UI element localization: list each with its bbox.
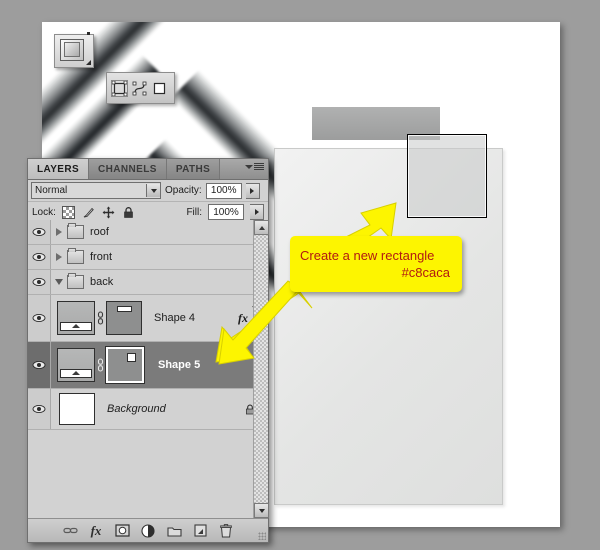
layer-name-front: front bbox=[90, 251, 113, 263]
opacity-input[interactable]: 100% bbox=[205, 182, 242, 199]
lock-image-icon[interactable] bbox=[82, 206, 95, 219]
layer-thumbnail-shape-5[interactable] bbox=[57, 348, 95, 382]
opacity-stepper[interactable] bbox=[245, 182, 260, 199]
fill-pixels-icon[interactable] bbox=[151, 80, 168, 97]
link-icon[interactable] bbox=[95, 311, 106, 325]
blend-mode-select[interactable]: Normal bbox=[31, 182, 161, 199]
layer-name-roof: roof bbox=[90, 226, 109, 238]
visibility-toggle-roof[interactable] bbox=[28, 220, 51, 244]
panel-tab-bar[interactable]: LAYERS CHANNELS PATHS bbox=[28, 159, 268, 180]
callout-line-2: #c8caca bbox=[401, 265, 450, 280]
layer-name-back: back bbox=[90, 276, 114, 288]
folder-icon bbox=[67, 273, 84, 289]
tab-layers[interactable]: LAYERS bbox=[28, 159, 90, 179]
layer-row-front[interactable]: front bbox=[28, 245, 268, 270]
visibility-toggle-background[interactable] bbox=[28, 389, 51, 429]
eye-icon bbox=[32, 277, 46, 287]
layer-thumbnail-background[interactable] bbox=[59, 393, 95, 425]
layers-panel[interactable]: LAYERS CHANNELS PATHS Normal Opacity: 10… bbox=[27, 158, 269, 543]
layer-name-shape-4: Shape 4 bbox=[154, 312, 195, 324]
delete-layer-icon[interactable] bbox=[219, 523, 234, 538]
lock-icon-group[interactable] bbox=[61, 205, 135, 219]
lock-transparency-icon[interactable] bbox=[61, 205, 75, 219]
vector-mask-thumbnail-shape-5[interactable] bbox=[105, 346, 145, 384]
layer-thumbnail-shape-4[interactable] bbox=[57, 301, 95, 335]
callout-line-1: Create a new rectangle bbox=[300, 248, 435, 263]
disclosure-triangle-front[interactable] bbox=[51, 253, 67, 261]
new-adjustment-layer-icon[interactable] bbox=[141, 523, 156, 538]
layer-row-background[interactable]: Background bbox=[28, 389, 268, 430]
swatch-corner-triangle bbox=[86, 60, 91, 65]
disclosure-triangle-roof[interactable] bbox=[51, 228, 67, 236]
add-layer-mask-icon[interactable] bbox=[114, 523, 130, 538]
new-group-icon[interactable] bbox=[166, 523, 182, 538]
folder-icon bbox=[67, 223, 84, 239]
callout-box: Create a new rectangle #c8caca bbox=[290, 236, 462, 292]
eye-icon bbox=[32, 227, 46, 237]
panel-menu-icon[interactable] bbox=[245, 163, 264, 170]
layer-list[interactable]: roof front back Shape 4 fx Shape 5 Backg… bbox=[28, 220, 268, 518]
visibility-toggle-front[interactable] bbox=[28, 245, 51, 269]
shape-mode-toolbar[interactable] bbox=[106, 72, 175, 104]
screenshot-root: LAYERS CHANNELS PATHS Normal Opacity: 10… bbox=[0, 0, 600, 550]
lock-position-icon[interactable] bbox=[102, 206, 115, 219]
lock-label: Lock: bbox=[32, 206, 56, 218]
fill-label: Fill: bbox=[186, 206, 202, 218]
blend-mode-value: Normal bbox=[35, 185, 68, 196]
tab-paths[interactable]: PATHS bbox=[166, 159, 221, 179]
resize-grip[interactable] bbox=[258, 532, 266, 540]
layer-row-roof[interactable]: roof bbox=[28, 220, 268, 245]
paths-icon[interactable] bbox=[131, 80, 148, 97]
link-icon[interactable] bbox=[95, 358, 106, 372]
panel-menu-triangle bbox=[245, 164, 253, 169]
fill-input[interactable]: 100% bbox=[208, 204, 244, 220]
eye-icon bbox=[32, 360, 46, 370]
shape-layers-icon[interactable] bbox=[111, 79, 128, 97]
layer-name-background: Background bbox=[107, 403, 166, 415]
layer-row-shape-5[interactable]: Shape 5 bbox=[28, 342, 268, 389]
scroll-up-button[interactable] bbox=[254, 220, 269, 235]
selection-rectangle[interactable] bbox=[407, 134, 487, 218]
visibility-toggle-shape-5[interactable] bbox=[28, 342, 51, 388]
new-layer-icon[interactable] bbox=[193, 523, 208, 538]
eye-icon bbox=[32, 404, 46, 414]
layer-row-back[interactable]: back bbox=[28, 270, 268, 295]
panel-scrollbar[interactable] bbox=[253, 220, 269, 518]
eye-icon bbox=[32, 252, 46, 262]
tab-channels[interactable]: CHANNELS bbox=[89, 159, 167, 179]
scroll-down-button[interactable] bbox=[254, 503, 269, 518]
lock-all-icon[interactable] bbox=[122, 206, 135, 219]
visibility-toggle-back[interactable] bbox=[28, 270, 51, 294]
link-layers-icon[interactable] bbox=[62, 523, 78, 538]
layer-style-swatch[interactable] bbox=[54, 32, 94, 68]
visibility-toggle-shape-4[interactable] bbox=[28, 295, 51, 341]
folder-icon bbox=[67, 248, 84, 264]
eye-icon bbox=[32, 313, 46, 323]
disclosure-triangle-back[interactable] bbox=[51, 279, 67, 285]
chevron-down-icon[interactable] bbox=[146, 184, 160, 197]
panel-menu-lines bbox=[254, 163, 264, 170]
swatch-dot bbox=[87, 32, 90, 35]
layers-panel-button-bar[interactable]: fx bbox=[28, 518, 268, 542]
layer-effects-icon[interactable]: fx bbox=[238, 311, 248, 326]
add-layer-style-icon[interactable]: fx bbox=[89, 523, 104, 538]
swatch-inner-square bbox=[64, 42, 80, 57]
opacity-label: Opacity: bbox=[165, 185, 202, 196]
fill-stepper[interactable] bbox=[250, 204, 264, 220]
blend-mode-row[interactable]: Normal Opacity: 100% bbox=[28, 180, 268, 202]
layer-row-shape-4[interactable]: Shape 4 fx bbox=[28, 295, 268, 342]
layer-name-shape-5: Shape 5 bbox=[158, 359, 201, 371]
vector-mask-thumbnail-shape-4[interactable] bbox=[106, 301, 142, 335]
